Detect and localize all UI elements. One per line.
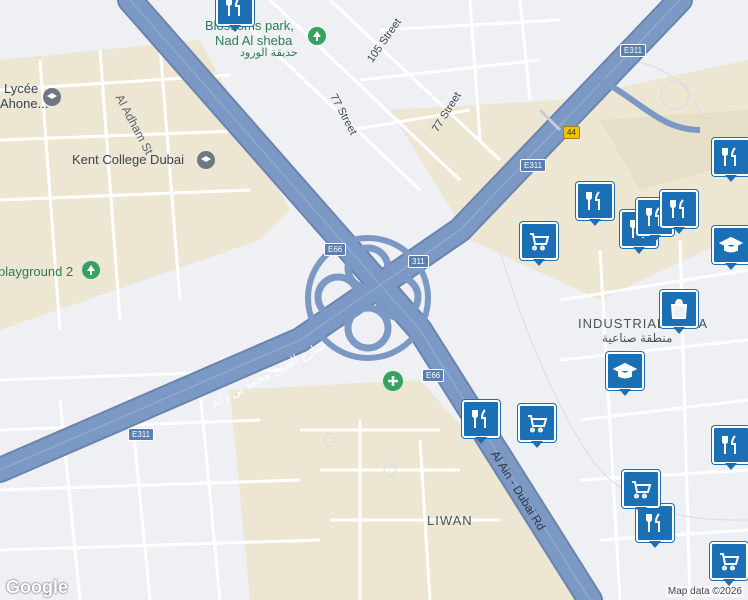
route-311-shield: 311 [408,255,429,268]
school-icon[interactable] [606,352,644,396]
e311-shield: E311 [620,44,647,57]
grocery-cart-icon[interactable] [518,404,556,448]
map-attribution[interactable]: Map data ©2026 [665,586,744,597]
school-marker-icon[interactable] [43,88,61,106]
flower-park-icon[interactable] [383,371,403,391]
playground-label: playground 2 [0,264,74,279]
e66-shield: E66 [324,243,347,256]
blossoms-park-arabic-label: حديقة الورود [240,47,298,59]
grocery-cart-icon[interactable] [710,542,748,586]
restaurant-icon[interactable] [712,426,748,470]
map-canvas[interactable]: Blossoms park, Nad Al sheba حديقة الورود… [0,0,748,600]
grocery-cart-icon[interactable] [622,470,660,514]
restaurant-icon[interactable] [712,138,748,182]
restaurant-icon[interactable] [216,0,254,32]
school-icon[interactable] [712,226,748,270]
e66-shield: E66 [422,369,445,382]
grocery-cart-icon[interactable] [520,222,558,266]
route-44-shield: 44 [563,126,580,139]
shopping-bag-icon[interactable] [660,290,698,334]
lycee-label-line2: Ahone... [0,96,49,111]
e311-shield: E311 [128,428,155,441]
liwan-label: LIWAN [427,513,473,528]
kent-college-label: Kent College Dubai [72,152,185,167]
restaurant-icon[interactable] [462,400,500,444]
school-marker-icon[interactable] [197,151,215,169]
industrial-area-arabic-label: منطقة صناعية [602,331,673,345]
restaurant-icon[interactable] [660,190,698,234]
google-logo: Google [6,577,68,597]
park-icon[interactable] [308,27,326,45]
e311-shield: E311 [520,159,547,172]
restaurant-icon[interactable] [576,182,614,226]
park-icon[interactable] [82,261,100,279]
lycee-label: Lycée [4,81,39,96]
